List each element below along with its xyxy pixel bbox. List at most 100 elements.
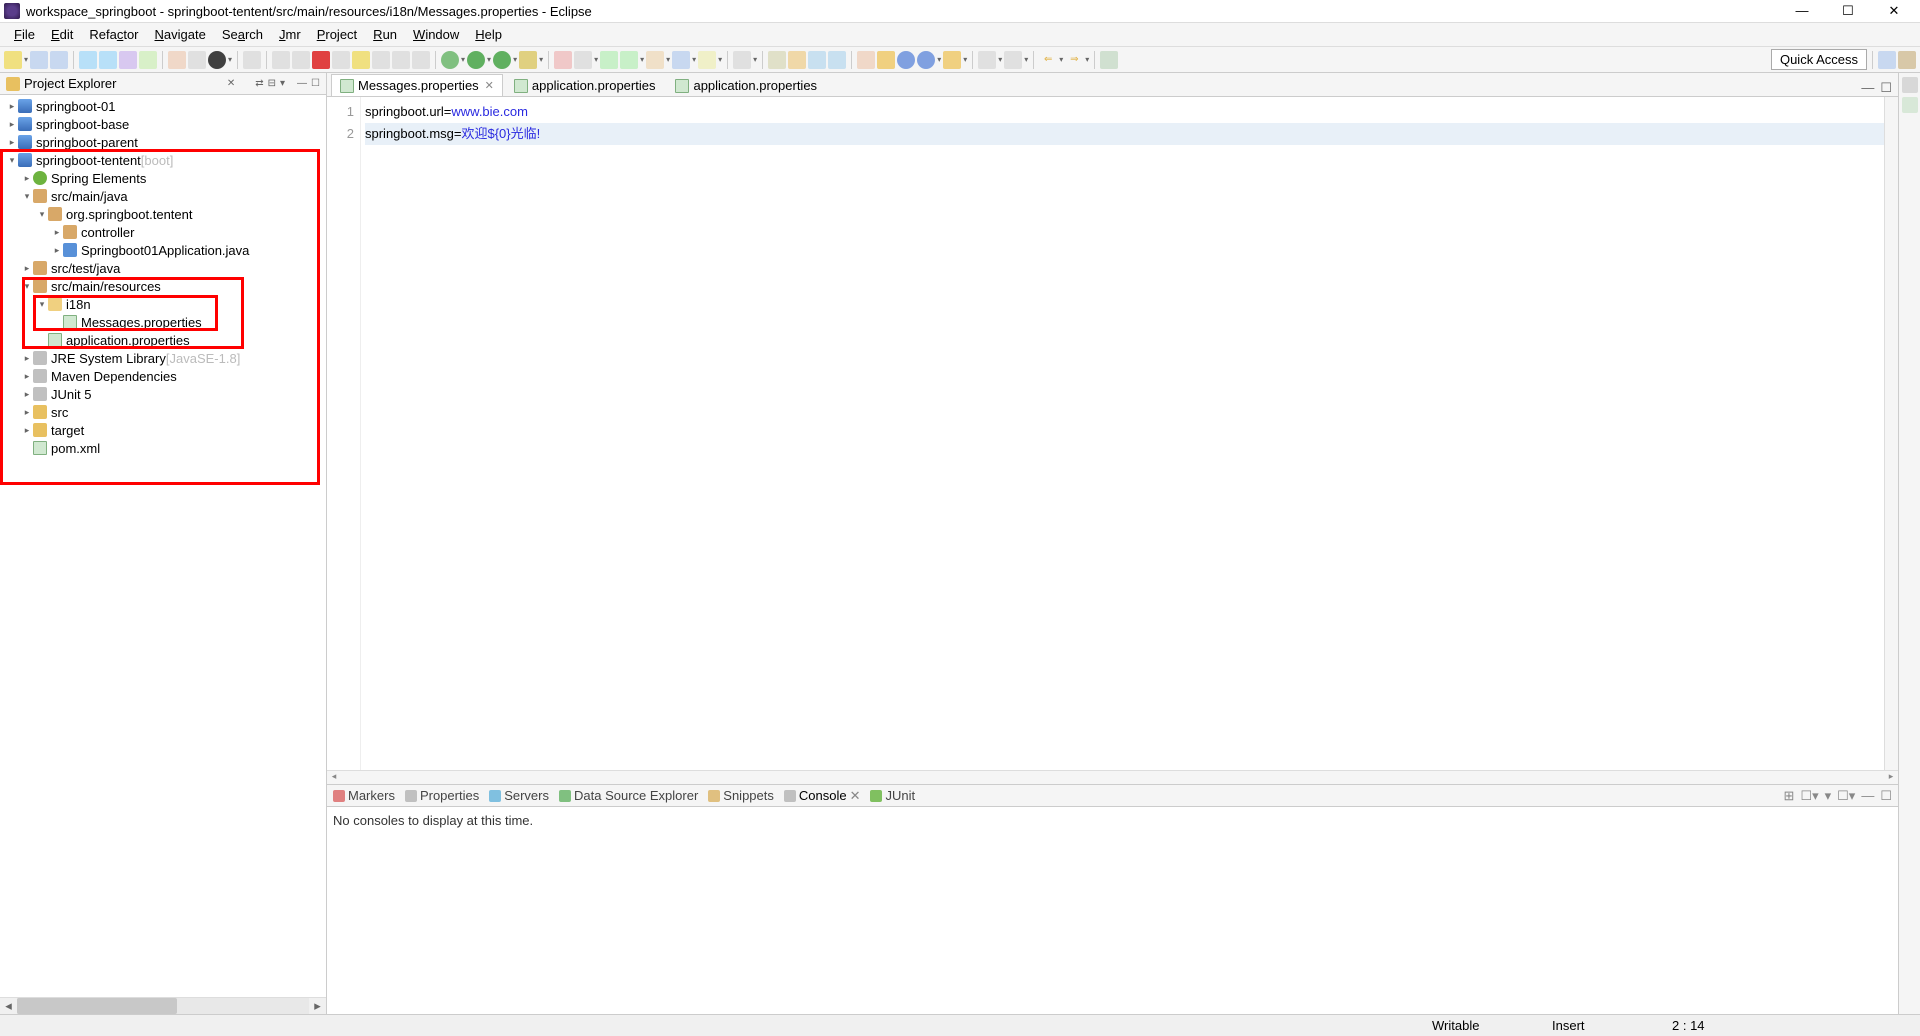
tool-icon[interactable] (620, 51, 638, 69)
console-tab-servers[interactable]: Servers (489, 788, 549, 803)
console-tab-data-source-explorer[interactable]: Data Source Explorer (559, 788, 698, 803)
debug-icon[interactable] (441, 51, 459, 69)
skip-icon[interactable] (272, 51, 290, 69)
editor-hscrollbar[interactable]: ◂▸ (327, 770, 1898, 784)
menu-icon[interactable]: ▾ (280, 78, 285, 89)
tree-item[interactable]: ▸Maven Dependencies (0, 367, 326, 385)
close-icon[interactable]: ✕ (485, 79, 494, 92)
tool-icon[interactable] (943, 51, 961, 69)
menu-navigate[interactable]: Navigate (147, 25, 214, 44)
tree-item[interactable]: ▸target (0, 421, 326, 439)
console-ctrl-icon[interactable]: ▾ (1825, 788, 1832, 804)
tree-item[interactable]: Messages.properties (0, 313, 326, 331)
expand-icon[interactable]: ▸ (6, 137, 18, 148)
editor-vscrollbar[interactable] (1884, 97, 1898, 770)
code-line[interactable]: springboot.url=www.bie.com (365, 101, 1884, 123)
tool-icon[interactable] (808, 51, 826, 69)
minimize-icon[interactable]: — (1861, 788, 1874, 804)
tree-item[interactable]: ▾i18n (0, 295, 326, 313)
tool-icon[interactable] (372, 51, 390, 69)
expand-icon[interactable]: ▸ (21, 173, 33, 184)
expand-icon[interactable]: ▸ (21, 389, 33, 400)
tree-item[interactable]: ▸springboot-01 (0, 97, 326, 115)
expand-icon[interactable]: ▸ (21, 263, 33, 274)
close-icon[interactable]: ✕ (850, 788, 861, 804)
console-ctrl-icon[interactable]: ⊞ (1784, 788, 1795, 804)
menu-search[interactable]: Search (214, 25, 271, 44)
save-all-icon[interactable] (50, 51, 68, 69)
tree-item[interactable]: pom.xml (0, 439, 326, 457)
tool-icon[interactable] (768, 51, 786, 69)
tree-item[interactable]: ▸springboot-base (0, 115, 326, 133)
forward-icon[interactable]: ⇒ (1065, 51, 1083, 69)
perspective-icon[interactable] (1878, 51, 1896, 69)
expand-icon[interactable]: ▸ (6, 101, 18, 112)
console-ctrl-icon[interactable]: ☐▾ (1837, 788, 1855, 804)
tool-icon[interactable] (79, 51, 97, 69)
tree-hscrollbar[interactable]: ◂ ▸ (0, 997, 326, 1014)
maximize-icon[interactable]: ☐ (1880, 788, 1892, 804)
close-button[interactable]: ✕ (1880, 3, 1908, 19)
menu-edit[interactable]: Edit (43, 25, 81, 44)
stop-icon[interactable] (312, 51, 330, 69)
back-icon[interactable]: ⇐ (1039, 51, 1057, 69)
tree-item[interactable]: ▸src (0, 403, 326, 421)
run-icon[interactable] (467, 51, 485, 69)
console-ctrl-icon[interactable]: ☐▾ (1800, 788, 1818, 804)
project-tree[interactable]: ▸springboot-01▸springboot-base▸springboo… (0, 95, 326, 997)
tool-icon[interactable] (1004, 51, 1022, 69)
editor-tab[interactable]: application.properties (505, 74, 665, 96)
tree-item[interactable]: ▸src/test/java (0, 259, 326, 277)
tool-icon[interactable] (188, 51, 206, 69)
maximize-icon[interactable]: ☐ (311, 78, 320, 89)
tool-icon[interactable] (828, 51, 846, 69)
menu-help[interactable]: Help (467, 25, 510, 44)
maximize-button[interactable]: ☐ (1834, 3, 1862, 19)
expand-icon[interactable]: ▾ (21, 191, 33, 202)
tool-icon[interactable] (352, 51, 370, 69)
minimize-icon[interactable]: — (1861, 80, 1874, 96)
tree-item[interactable]: ▸JRE System Library [JavaSE-1.8] (0, 349, 326, 367)
editor-tab[interactable]: application.properties (666, 74, 826, 96)
expand-icon[interactable]: ▸ (21, 353, 33, 364)
tool-icon[interactable] (139, 51, 157, 69)
search-icon[interactable] (733, 51, 751, 69)
console-tab-junit[interactable]: JUnit (870, 788, 915, 803)
menu-file[interactable]: File (6, 25, 43, 44)
tool-icon[interactable] (698, 51, 716, 69)
tool-icon[interactable] (168, 51, 186, 69)
tool-icon[interactable] (672, 51, 690, 69)
run-icon[interactable] (493, 51, 511, 69)
editor-tab[interactable]: Messages.properties✕ (331, 74, 503, 96)
tree-item[interactable]: application.properties (0, 331, 326, 349)
expand-icon[interactable]: ▾ (21, 281, 33, 292)
tree-item[interactable]: ▾src/main/java (0, 187, 326, 205)
expand-icon[interactable]: ▸ (21, 371, 33, 382)
tool-icon[interactable] (1100, 51, 1118, 69)
collapse-icon[interactable]: ⊟ (268, 78, 276, 89)
tool-icon[interactable] (646, 51, 664, 69)
tool-icon[interactable] (978, 51, 996, 69)
minimize-button[interactable]: — (1788, 3, 1816, 19)
tree-item[interactable]: ▸controller (0, 223, 326, 241)
tool-icon[interactable] (412, 51, 430, 69)
menu-project[interactable]: Project (309, 25, 365, 44)
editor-body[interactable]: 12 springboot.url=www.bie.comspringboot.… (327, 97, 1898, 770)
tool-icon[interactable] (857, 51, 875, 69)
tool-icon[interactable] (788, 51, 806, 69)
expand-icon[interactable]: ▾ (36, 299, 48, 310)
tree-item[interactable]: ▸springboot-parent (0, 133, 326, 151)
tool-icon[interactable] (392, 51, 410, 69)
expand-icon[interactable]: ▸ (21, 407, 33, 418)
console-tab-properties[interactable]: Properties (405, 788, 479, 803)
skip-icon[interactable] (292, 51, 310, 69)
quick-access[interactable]: Quick Access (1771, 49, 1867, 70)
tree-item[interactable]: ▾src/main/resources (0, 277, 326, 295)
menu-run[interactable]: Run (365, 25, 405, 44)
close-icon[interactable]: ✕ (227, 78, 235, 89)
tool-icon[interactable] (99, 51, 117, 69)
tool-icon[interactable] (877, 51, 895, 69)
expand-icon[interactable]: ▸ (21, 425, 33, 436)
save-icon[interactable] (30, 51, 48, 69)
tool-icon[interactable] (332, 51, 350, 69)
